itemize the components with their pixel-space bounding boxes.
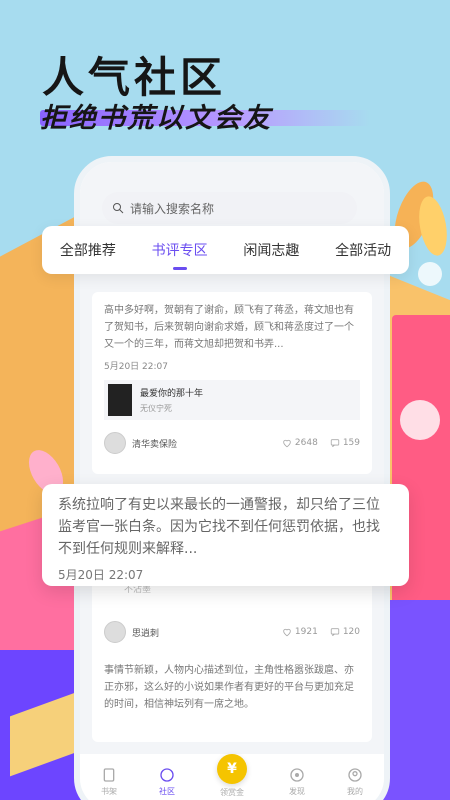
quote-date: 5月20日 22:07 xyxy=(58,568,144,582)
post-stats: 2648 159 xyxy=(282,438,360,448)
headline-subtitle: 拒绝书荒以文会友 xyxy=(40,103,272,134)
post-user[interactable]: 清华卖保险 xyxy=(104,432,177,454)
comment-count: 120 xyxy=(342,627,360,637)
coin-icon: ¥ xyxy=(217,754,247,784)
book-title: 最爱你的那十年 xyxy=(140,389,204,399)
heart-icon xyxy=(283,439,291,448)
tab-all-recommend[interactable]: 全部推荐 xyxy=(58,240,118,260)
like-stat[interactable]: 1921 xyxy=(282,627,318,637)
tab-label: 领赏金 xyxy=(220,788,244,797)
quote-bubble[interactable]: 系统拉响了有史以来最长的一通警报，却只给了三位监考官一张白条。因为它找不到任何惩… xyxy=(42,484,409,586)
heart-icon xyxy=(283,628,291,637)
user-name: 思逍刺 xyxy=(132,628,160,639)
like-count: 1921 xyxy=(294,627,318,637)
book-cover xyxy=(108,384,132,416)
tab-bookshelf[interactable]: 书架 xyxy=(101,767,117,797)
like-count: 2648 xyxy=(294,438,318,448)
comment-count: 159 xyxy=(342,438,360,448)
comment-stat[interactable]: 120 xyxy=(330,627,360,637)
comment-stat[interactable]: 159 xyxy=(330,438,360,448)
community-icon xyxy=(160,768,174,782)
tab-label: 发现 xyxy=(289,787,305,796)
search-icon xyxy=(113,203,124,214)
quote-text: 系统拉响了有史以来最长的一通警报，却只给了三位监考官一张白条。因为它找不到任何惩… xyxy=(58,497,380,557)
bottom-tab-bar: 书架 社区 ¥ 领赏金 发现 我的 xyxy=(80,754,384,800)
tab-label: 社区 xyxy=(159,787,175,796)
tab-all-events[interactable]: 全部活动 xyxy=(333,240,393,260)
bookshelf-icon xyxy=(103,768,115,782)
book-author: 无仪宁死 xyxy=(140,404,172,413)
like-stat[interactable]: 2648 xyxy=(282,438,318,448)
book-info[interactable]: 最爱你的那十年 无仪宁死 xyxy=(104,380,360,420)
avatar xyxy=(104,621,126,643)
post-user[interactable]: 思逍刺 xyxy=(104,621,159,643)
post-date: 5月20日 22:07 xyxy=(104,362,168,372)
search-bar[interactable]: 请输入搜索名称 xyxy=(102,192,357,224)
discover-icon xyxy=(290,768,304,782)
headline-subtitle-wrap: 拒绝书荒以文会友 xyxy=(40,96,380,134)
post-card[interactable]: 高中多好啊，贺朝有了谢俞，顾飞有了蒋丞，蒋文旭也有了贺知书，后来贺朝向谢俞求婚，… xyxy=(92,292,372,474)
category-tabs: 全部推荐 书评专区 闲闻志趣 全部活动 xyxy=(42,226,409,274)
tab-book-review[interactable]: 书评专区 xyxy=(150,240,210,260)
post-card[interactable]: 事情节新颖，人物内心描述到位，主角性格嚣张跋扈、亦正亦邪，这么好的小说如果作者有… xyxy=(92,652,372,742)
post-text: 高中多好啊，贺朝有了谢俞，顾飞有了蒋丞，蒋文旭也有了贺知书，后来贺朝向谢俞求婚，… xyxy=(104,305,354,350)
tab-reward[interactable]: ¥ 领赏金 xyxy=(217,754,247,798)
post-stats: 1921 120 xyxy=(282,627,360,637)
avatar xyxy=(104,432,126,454)
comment-icon xyxy=(330,628,339,637)
tab-label: 书架 xyxy=(101,787,117,796)
tab-label: 我的 xyxy=(347,787,363,796)
tab-discover[interactable]: 发现 xyxy=(289,767,305,797)
tab-leisure[interactable]: 闲闻志趣 xyxy=(241,240,301,260)
tab-profile[interactable]: 我的 xyxy=(347,767,363,797)
bg-circle-1 xyxy=(400,400,440,440)
leaf-right-2 xyxy=(414,194,450,258)
tab-community[interactable]: 社区 xyxy=(159,767,175,797)
search-placeholder: 请输入搜索名称 xyxy=(130,201,215,216)
bg-right-purple xyxy=(380,600,450,800)
profile-icon xyxy=(348,768,362,782)
bg-circle-2 xyxy=(418,262,442,286)
post-text: 事情节新颖，人物内心描述到位，主角性格嚣张跋扈、亦正亦邪，这么好的小说如果作者有… xyxy=(104,665,354,710)
post-footer: 清华卖保险 2648 159 xyxy=(104,432,360,454)
post-footer: 思逍刺 1921 120 xyxy=(104,621,360,643)
comment-icon xyxy=(330,439,339,448)
user-name: 清华卖保险 xyxy=(132,439,178,450)
